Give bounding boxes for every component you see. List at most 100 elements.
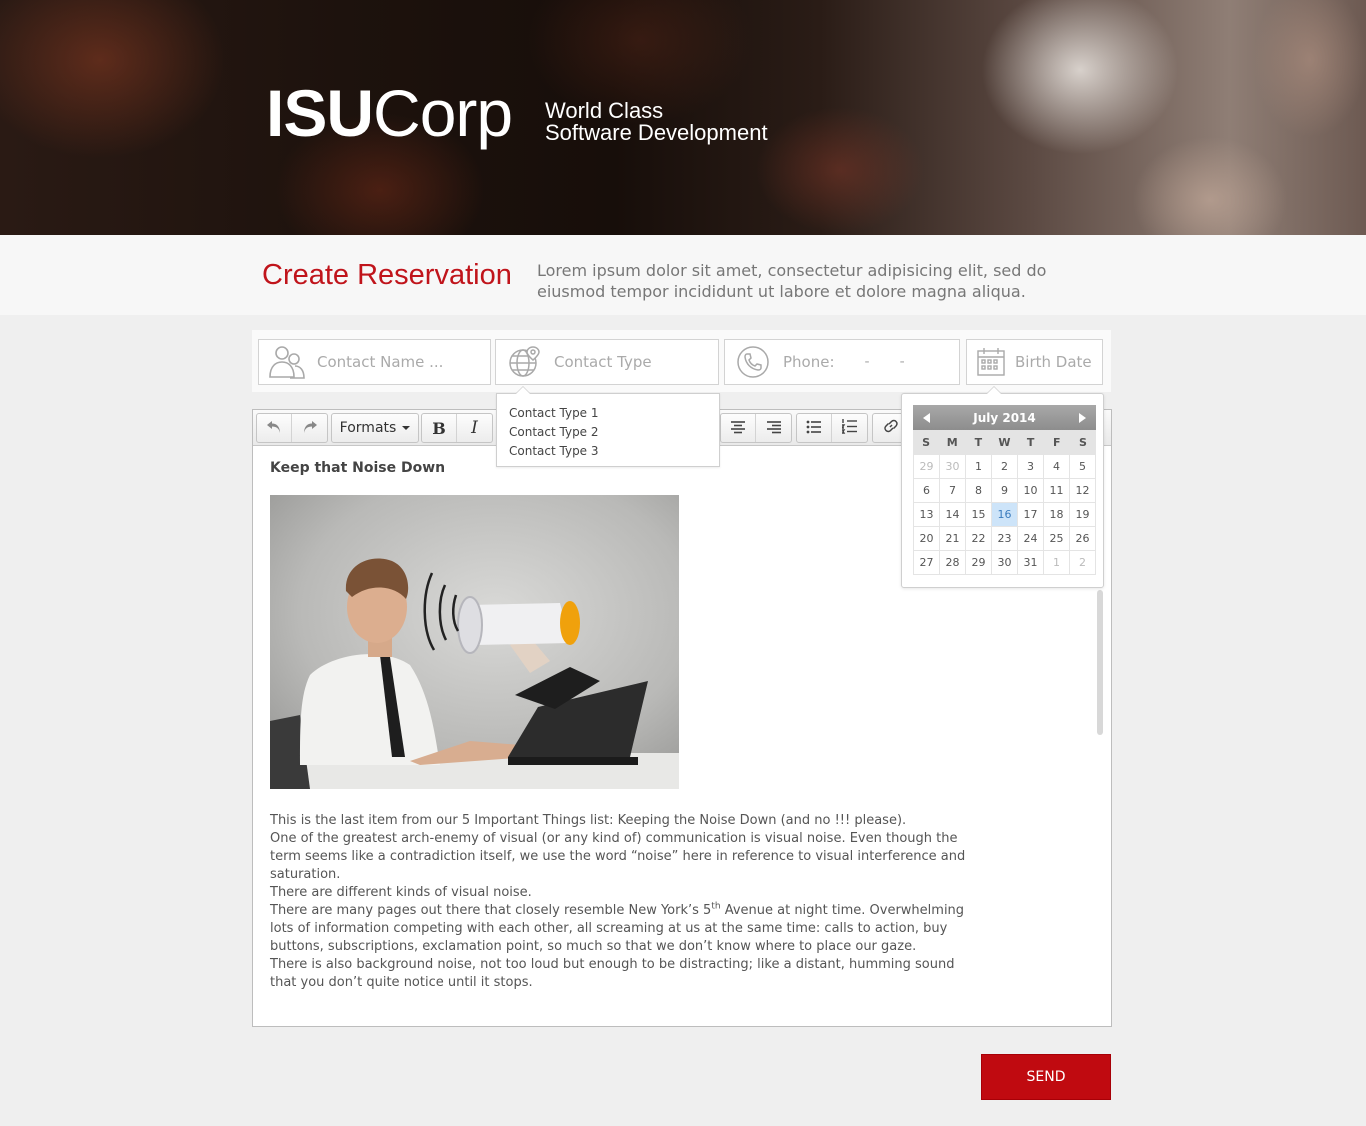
date-picker-pointer xyxy=(986,386,1002,394)
editor-scrollbar[interactable] xyxy=(1097,590,1103,735)
weekday-label: W xyxy=(998,435,1011,449)
article-paragraph-4-sup: th xyxy=(711,901,721,912)
contact-name-field[interactable]: Contact Name ... xyxy=(258,339,491,385)
calendar-day[interactable]: 12 xyxy=(1070,479,1096,503)
calendar-day[interactable]: 9 xyxy=(992,479,1018,503)
calendar-day[interactable]: 21 xyxy=(940,527,966,551)
formats-dropdown[interactable]: Formats xyxy=(332,414,418,442)
calendar-day[interactable]: 2 xyxy=(992,455,1018,479)
phone-separator-2: - xyxy=(899,354,905,370)
redo-button[interactable] xyxy=(292,414,327,442)
tagline-line1: World Class xyxy=(545,98,664,123)
calendar-day[interactable]: 27 xyxy=(914,551,940,575)
calendar-day[interactable]: 11 xyxy=(1044,479,1070,503)
weekday-header: SMTWTFS xyxy=(913,430,1096,454)
isucorp-logo: ISU Corp xyxy=(266,76,513,150)
page-description: Lorem ipsum dolor sit amet, consectetur … xyxy=(537,261,1047,301)
calendar-day[interactable]: 23 xyxy=(992,527,1018,551)
align-center-button[interactable] xyxy=(721,414,756,442)
page-title: Create Reservation xyxy=(262,259,512,291)
calendar-day[interactable]: 24 xyxy=(1018,527,1044,551)
calendar-day[interactable]: 16 xyxy=(992,503,1018,527)
calendar-day[interactable]: 30 xyxy=(940,455,966,479)
next-month-icon[interactable] xyxy=(1079,413,1086,423)
bold-button[interactable]: B xyxy=(422,414,457,442)
weekday-label: T xyxy=(974,435,983,449)
article-paragraph-5: There is also background noise, not too … xyxy=(270,957,955,990)
logo-bold-text: ISU xyxy=(266,76,374,150)
contact-type-option-2[interactable]: Contact Type 2 xyxy=(509,423,719,442)
weekday-label: M xyxy=(946,435,958,449)
formats-group: Formats xyxy=(331,413,419,443)
hero-banner: ISU Corp World Class Software Developmen… xyxy=(0,0,1366,235)
list-group xyxy=(796,413,868,443)
title-bar: Create Reservation Lorem ipsum dolor sit… xyxy=(0,235,1366,315)
article-paragraph-3: There are different kinds of visual nois… xyxy=(270,885,532,900)
contact-type-field[interactable]: Contact Type xyxy=(495,339,719,385)
phone-icon xyxy=(733,342,773,382)
logo-light-text: Corp xyxy=(373,76,513,150)
calendar-day[interactable]: 19 xyxy=(1070,503,1096,527)
align-right-button[interactable] xyxy=(756,414,791,442)
previous-month-icon[interactable] xyxy=(923,413,930,423)
birth-date-field[interactable]: Birth Date xyxy=(966,339,1103,385)
align-group xyxy=(720,413,792,443)
calendar-day[interactable]: 25 xyxy=(1044,527,1070,551)
dropdown-pointer xyxy=(515,386,531,394)
user-group-icon xyxy=(267,342,307,382)
phone-label: Phone: xyxy=(783,353,835,371)
calendar-day[interactable]: 6 xyxy=(914,479,940,503)
contact-type-option-1[interactable]: Contact Type 1 xyxy=(509,404,719,423)
calendar-day[interactable]: 2 xyxy=(1070,551,1096,575)
article-paragraph-4-a: There are many pages out there that clos… xyxy=(270,903,712,918)
calendar-day[interactable]: 18 xyxy=(1044,503,1070,527)
calendar-day[interactable]: 20 xyxy=(914,527,940,551)
calendar-day[interactable]: 4 xyxy=(1044,455,1070,479)
contact-type-dropdown: Contact Type 1 Contact Type 2 Contact Ty… xyxy=(496,386,720,467)
birth-date-placeholder: Birth Date xyxy=(1015,353,1092,371)
weekday-label: F xyxy=(1053,435,1061,449)
tagline: World Class Software Development xyxy=(545,100,768,144)
text-style-group: B I xyxy=(421,413,493,443)
calendar-day[interactable]: 22 xyxy=(966,527,992,551)
calendar-day[interactable]: 1 xyxy=(966,455,992,479)
calendar-day[interactable]: 26 xyxy=(1070,527,1096,551)
calendar-day[interactable]: 15 xyxy=(966,503,992,527)
bullet-list-button[interactable] xyxy=(797,414,832,442)
calendar-day[interactable]: 8 xyxy=(966,479,992,503)
article-body: This is the last item from our 5 Importa… xyxy=(270,812,970,992)
link-icon xyxy=(883,418,899,438)
calendar-day[interactable]: 14 xyxy=(940,503,966,527)
calendar-day[interactable]: 28 xyxy=(940,551,966,575)
article-image xyxy=(270,495,679,789)
align-center-icon xyxy=(730,419,746,438)
calendar-day[interactable]: 3 xyxy=(1018,455,1044,479)
contact-type-option-3[interactable]: Contact Type 3 xyxy=(509,442,719,461)
numbered-list-button[interactable] xyxy=(832,414,867,442)
undo-button[interactable] xyxy=(257,414,292,442)
italic-button[interactable]: I xyxy=(457,414,492,442)
calendar-day[interactable]: 10 xyxy=(1018,479,1044,503)
phone-field[interactable]: Phone: - - xyxy=(724,339,960,385)
globe-pin-icon xyxy=(504,342,544,382)
calendar-day[interactable]: 17 xyxy=(1018,503,1044,527)
calendar-day[interactable]: 29 xyxy=(914,455,940,479)
tagline-line2: Software Development xyxy=(545,120,768,145)
calendar-day[interactable]: 5 xyxy=(1070,455,1096,479)
numbered-list-icon xyxy=(840,418,858,438)
calendar-day[interactable]: 29 xyxy=(966,551,992,575)
calendar-day[interactable]: 1 xyxy=(1044,551,1070,575)
calendar-day[interactable]: 30 xyxy=(992,551,1018,575)
calendar-day[interactable]: 31 xyxy=(1018,551,1044,575)
calendar-day[interactable]: 13 xyxy=(914,503,940,527)
weekday-label: T xyxy=(1026,435,1035,449)
calendar-days-grid: 29 30 1 2 3 4 5 6 7 8 9 10 11 12 13 14 15 16 17 18 19 20 21 22 2… xyxy=(913,454,1096,575)
calendar-day[interactable]: 7 xyxy=(940,479,966,503)
align-right-icon xyxy=(766,419,782,438)
article-paragraph-1: This is the last item from our 5 Importa… xyxy=(270,813,907,828)
article-paragraph-2: One of the greatest arch-enemy of visual… xyxy=(270,831,966,882)
weekday-label: S xyxy=(922,435,931,449)
redo-icon xyxy=(302,419,318,438)
contact-type-placeholder: Contact Type xyxy=(554,353,652,371)
send-button[interactable]: SEND xyxy=(981,1054,1111,1100)
